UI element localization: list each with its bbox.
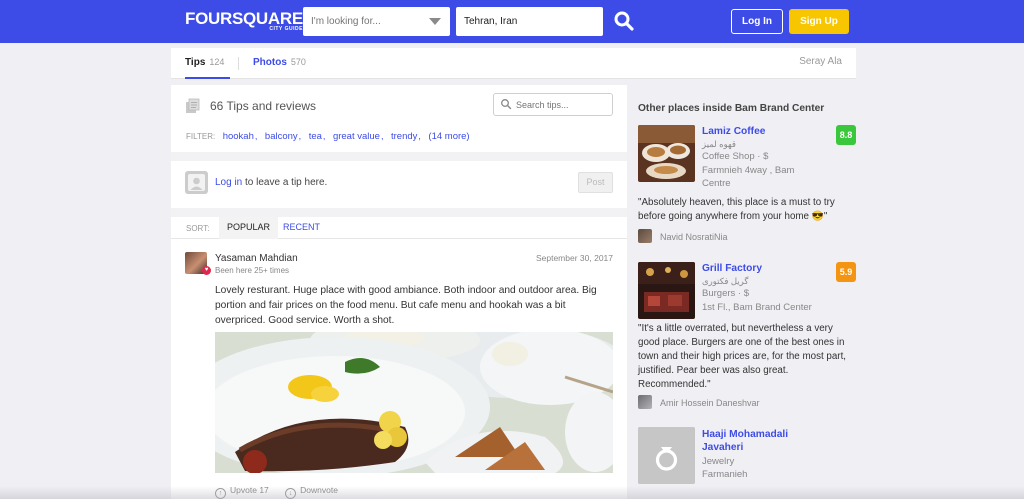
filter-chip[interactable]: tea <box>309 131 322 142</box>
filter-more-link[interactable]: (14 more) <box>428 131 469 142</box>
venue-name-link[interactable]: Grill Factory <box>702 263 762 274</box>
venue-tabs: Tips 124 Photos 570 Seray Ala <box>171 48 856 79</box>
venue-quote-author[interactable]: Amir Hossein Daneshvar <box>638 395 760 409</box>
venue-quote: "It's a little overrated, but neverthele… <box>638 323 847 390</box>
tip-date: September 30, 2017 <box>535 253 613 263</box>
venue-address: Farmanieh <box>702 469 748 480</box>
food-photo <box>215 332 613 473</box>
sort-row: SORT: POPULAR RECENT <box>171 217 627 239</box>
search-button[interactable] <box>612 9 636 33</box>
search-icon <box>501 99 512 110</box>
venue-photo[interactable] <box>638 427 695 484</box>
venue-photo[interactable] <box>638 262 695 319</box>
filter-chip[interactable]: trendy <box>391 131 417 142</box>
avatar <box>638 395 652 409</box>
venue-category: Jewelry <box>702 456 735 467</box>
section-divider <box>171 152 627 161</box>
upvote-button[interactable]: ↑ Upvote 17 <box>215 485 269 499</box>
venue-photo[interactable] <box>638 125 695 182</box>
vote-row: ↑ Upvote 17 ↓ Downvote <box>215 485 352 499</box>
venue-native-name: گریل فکتوری <box>702 276 749 286</box>
downvote-button[interactable]: ↓ Downvote <box>285 485 338 499</box>
venue-category: Burgers · $ <box>702 288 749 299</box>
venue-name-link[interactable]: Lamiz Coffee <box>702 126 765 137</box>
leave-tip-row: Log in to leave a tip here. Post <box>185 171 613 195</box>
venue-native-name: قهوه لمیز <box>702 139 736 149</box>
downvote-label: Downvote <box>300 485 338 495</box>
tab-tips-count: 124 <box>209 57 225 67</box>
venue-score-badge: 5.9 <box>836 262 856 282</box>
arrow-up-icon: ↑ <box>215 488 226 499</box>
post-button[interactable]: Post <box>578 172 613 193</box>
venue-card: Grill Factory گریل فکتوری Burgers · $ 1s… <box>638 262 856 412</box>
sort-recent-tab[interactable]: RECENT <box>283 217 320 239</box>
filter-label: FILTER: <box>186 132 216 141</box>
logo-wordmark: FOURSQUARE <box>185 9 303 28</box>
tips-panel: 66 Tips and reviews FILTER: hookah, balc… <box>171 85 627 499</box>
tip-visit-count: Been here 25+ times <box>215 266 290 275</box>
quote-author-name: Navid NosratiNia <box>660 232 728 242</box>
user-name-link[interactable]: Seray Ala <box>799 48 842 76</box>
venue-name-link[interactable]: Haaji Mohamadali Javaheri <box>702 428 802 454</box>
tab-tips-label: Tips <box>185 57 206 68</box>
heart-icon: ♥ <box>202 266 211 275</box>
filter-chip[interactable]: hookah <box>223 131 254 142</box>
filter-chip[interactable]: great value <box>333 131 380 142</box>
chevron-down-icon[interactable] <box>429 18 441 25</box>
tab-tips[interactable]: Tips 124 <box>185 48 231 79</box>
sort-popular-tab[interactable]: POPULAR <box>219 217 279 239</box>
login-link[interactable]: Log in <box>215 177 242 188</box>
tip-photo[interactable] <box>215 332 613 473</box>
tip-author[interactable]: Yasaman Mahdian <box>215 253 298 264</box>
venue-quote: "Absolutely heaven, this place is a must… <box>638 197 835 222</box>
restaurant-photo <box>638 262 695 319</box>
user-placeholder-icon <box>188 174 205 191</box>
avatar <box>638 229 652 243</box>
venue-address: Farmnieh 4way , Bam Centre <box>702 165 795 189</box>
signup-button[interactable]: Sign Up <box>789 9 849 34</box>
tab-photos-count: 570 <box>290 57 306 67</box>
login-button[interactable]: Log In <box>731 9 783 34</box>
venue-card: Haaji Mohamadali Javaheri Jewelry Farman… <box>638 427 856 487</box>
venue-address: 1st Fl., Bam Brand Center <box>702 302 812 313</box>
search-icon <box>614 11 634 31</box>
venue-quote-author[interactable]: Navid NosratiNia <box>638 229 728 243</box>
login-prompt-text: to leave a tip here. <box>242 177 328 188</box>
search-location-input[interactable] <box>456 7 603 36</box>
tip-text: Lovely resturant. Huge place with good a… <box>215 285 597 326</box>
coffee-photo <box>638 125 695 182</box>
tab-photos[interactable]: Photos 570 <box>253 48 306 79</box>
top-nav-bar: FOURSQUARE CITY GUIDE Log In Sign Up <box>0 0 1024 43</box>
side-section-title: Other places inside Bam Brand Center <box>638 103 825 114</box>
quote-author-name: Amir Hossein Daneshvar <box>660 398 760 408</box>
upvote-label: Upvote <box>230 485 257 495</box>
venue-score-badge: 8.8 <box>836 125 856 145</box>
tab-photos-label: Photos <box>253 57 287 68</box>
tips-icon <box>186 98 200 113</box>
venue-card: Lamiz Coffee قهوه لمیز Coffee Shop · $ F… <box>638 125 856 245</box>
foursquare-logo[interactable]: FOURSQUARE CITY GUIDE <box>185 9 303 32</box>
tips-title: 66 Tips and reviews <box>210 99 317 113</box>
venue-category: Coffee Shop · $ <box>702 151 769 162</box>
section-divider <box>171 208 627 217</box>
upvote-count: 17 <box>259 485 269 495</box>
arrow-down-icon: ↓ <box>285 488 297 499</box>
login-prompt: Log in to leave a tip here. <box>215 177 327 188</box>
filter-row: FILTER: hookah, balcony, tea, great valu… <box>186 131 470 142</box>
filter-chip[interactable]: balcony <box>265 131 298 142</box>
avatar <box>185 171 208 194</box>
search-what-input[interactable] <box>303 7 450 36</box>
sort-label: SORT: <box>186 224 210 233</box>
tab-divider <box>238 57 239 70</box>
ring-icon <box>638 427 695 484</box>
